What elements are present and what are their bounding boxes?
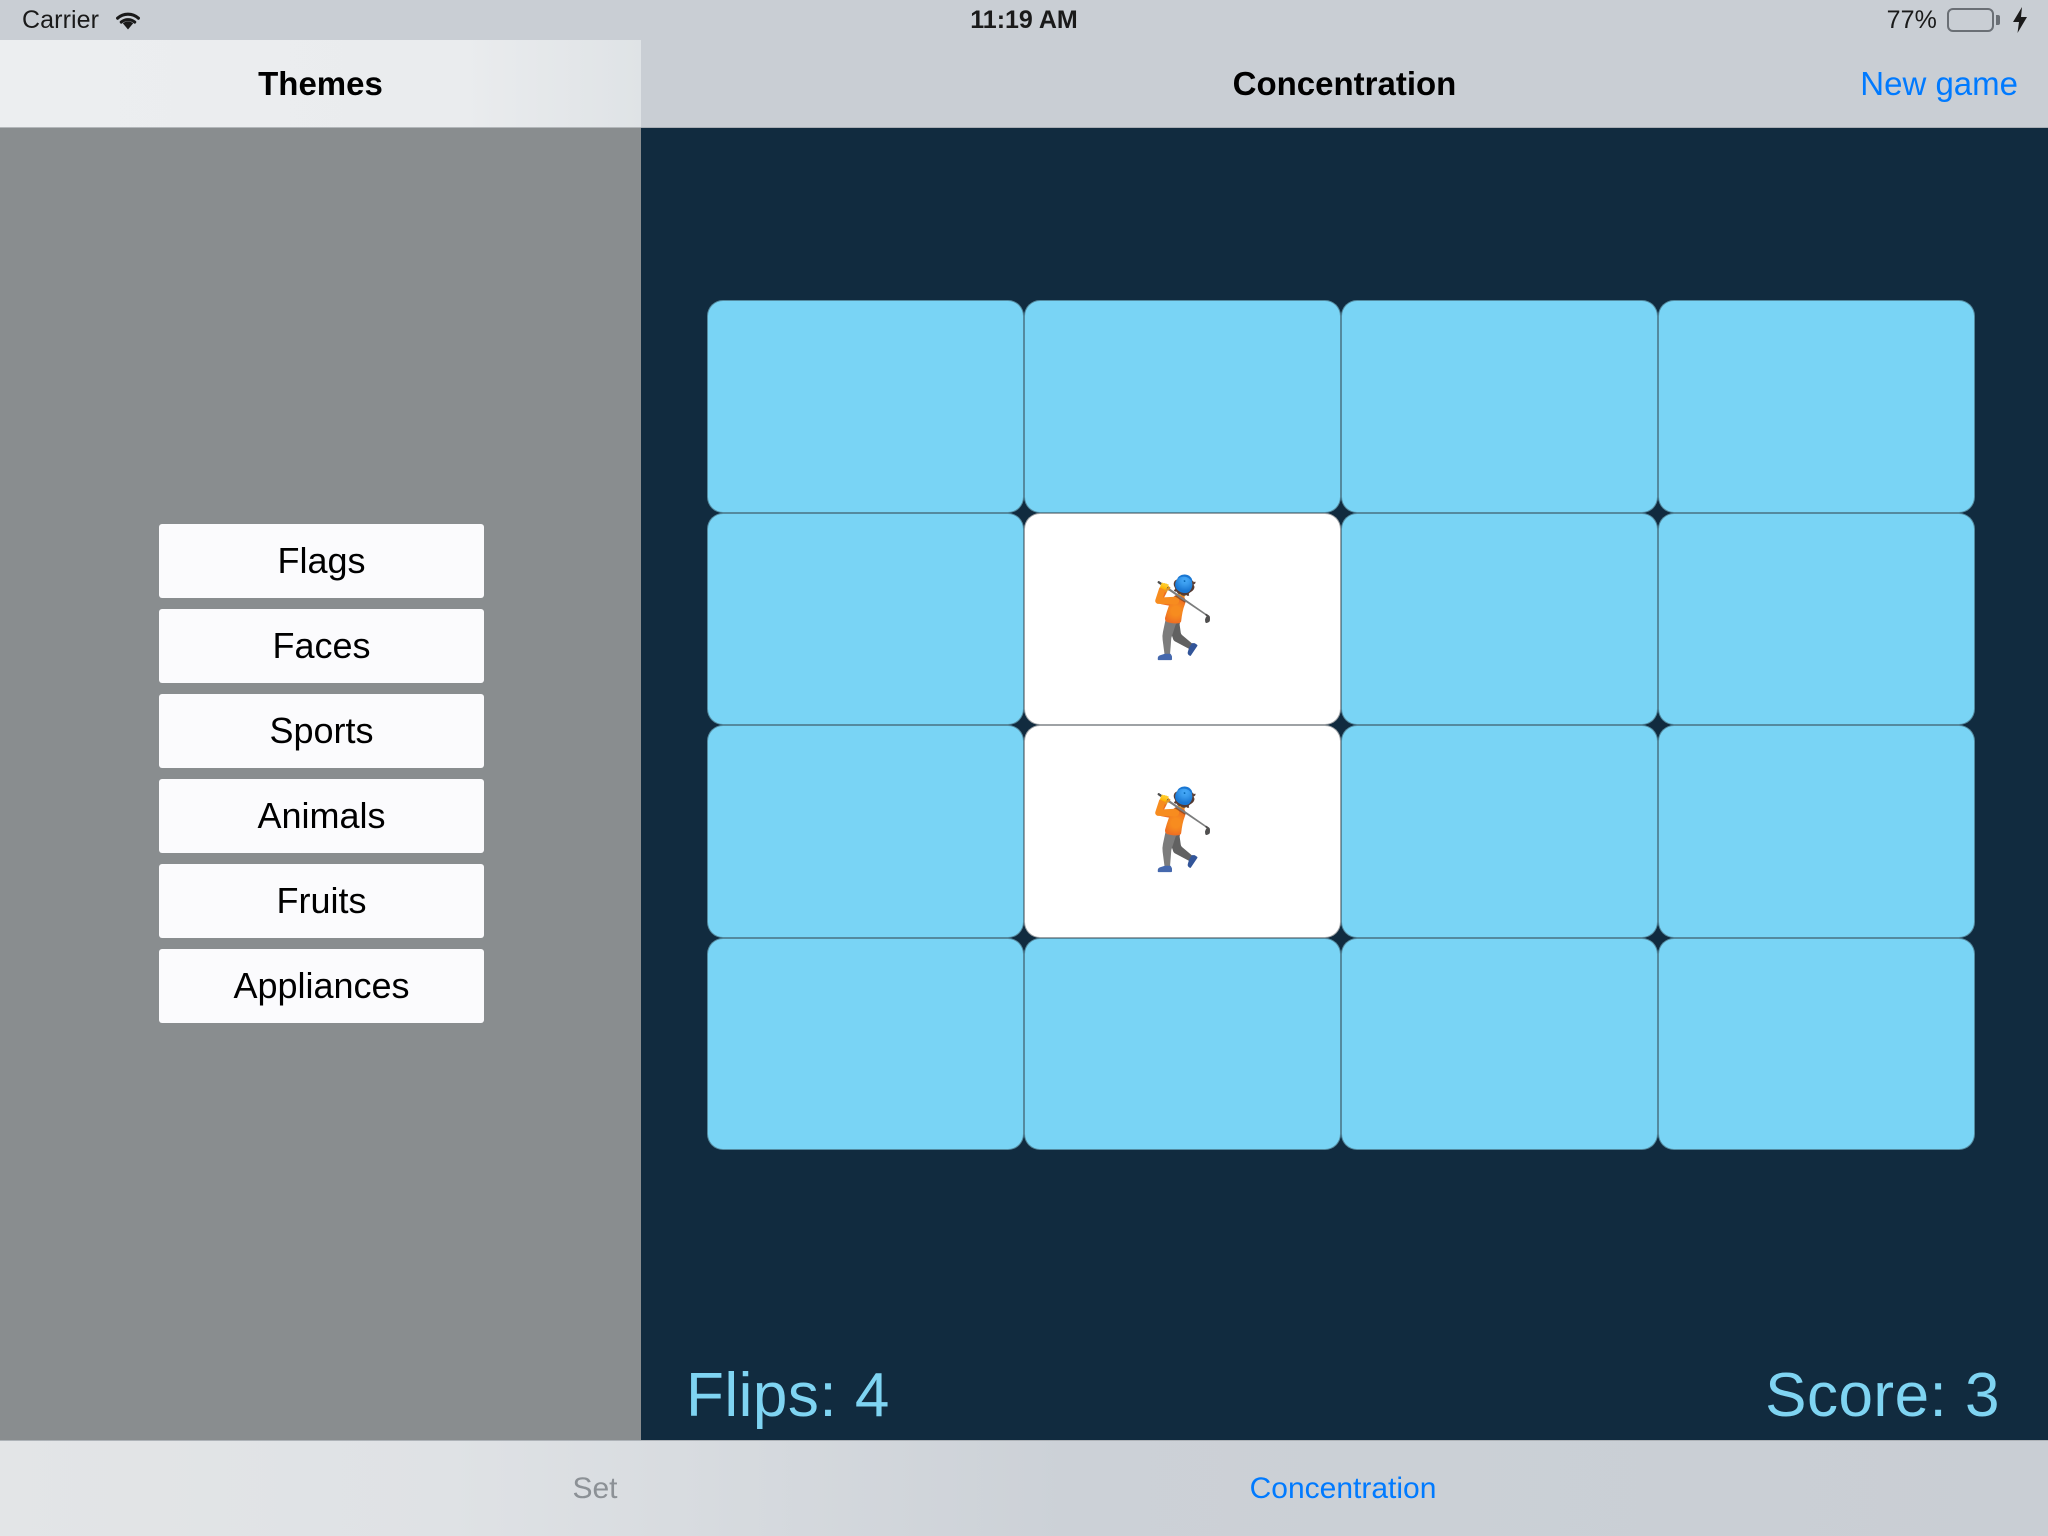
card-3[interactable] bbox=[1658, 300, 1975, 513]
game-title: Concentration bbox=[1232, 65, 1457, 102]
status-bar-center: 11:19 AM bbox=[0, 0, 2048, 40]
theme-button-animals[interactable]: Animals bbox=[159, 779, 484, 853]
theme-button-flags[interactable]: Flags bbox=[159, 524, 484, 598]
card-0[interactable] bbox=[707, 300, 1024, 513]
card-13[interactable] bbox=[1024, 937, 1341, 1150]
tab-bar: Set Concentration bbox=[0, 1440, 2048, 1536]
card-12[interactable] bbox=[707, 937, 1024, 1150]
flips-label: Flips: 4 bbox=[686, 1360, 890, 1430]
sidebar-title: Themes bbox=[258, 65, 383, 102]
card-14[interactable] bbox=[1341, 937, 1658, 1150]
card-grid: 🏌️ 🏌️ bbox=[707, 300, 1975, 1150]
detail-navigation-bar: Concentration New game bbox=[641, 40, 2048, 128]
card-emoji: 🏌️ bbox=[1133, 572, 1232, 661]
score-label: Score: 3 bbox=[1765, 1360, 2000, 1430]
tab-set[interactable]: Set bbox=[490, 1441, 700, 1536]
card-1[interactable] bbox=[1024, 300, 1341, 513]
card-7[interactable] bbox=[1658, 512, 1975, 725]
sidebar-navigation-bar: Themes bbox=[0, 40, 641, 128]
card-emoji: 🏌️ bbox=[1133, 785, 1232, 874]
theme-button-faces[interactable]: Faces bbox=[159, 609, 484, 683]
card-6[interactable] bbox=[1341, 512, 1658, 725]
card-9[interactable]: 🏌️ bbox=[1024, 725, 1341, 938]
theme-button-appliances[interactable]: Appliances bbox=[159, 949, 484, 1023]
theme-button-sports[interactable]: Sports bbox=[159, 694, 484, 768]
clock-label: 11:19 AM bbox=[970, 5, 1078, 34]
lightning-bolt-icon bbox=[2010, 7, 2028, 33]
status-bar: Carrier 11:19 AM 77% bbox=[0, 0, 2048, 40]
card-8[interactable] bbox=[707, 725, 1024, 938]
card-15[interactable] bbox=[1658, 937, 1975, 1150]
theme-button-fruits[interactable]: Fruits bbox=[159, 864, 484, 938]
themes-sidebar: Themes Flags Faces Sports Animals Fruits… bbox=[0, 40, 641, 1440]
ipad-split-view-app: Carrier 11:19 AM 77% Themes Flags Faces … bbox=[0, 0, 2048, 1536]
tab-concentration[interactable]: Concentration bbox=[1188, 1441, 1498, 1536]
card-2[interactable] bbox=[1341, 300, 1658, 513]
card-10[interactable] bbox=[1341, 725, 1658, 938]
battery-percent-label: 77% bbox=[1886, 5, 1937, 34]
concentration-game-panel: Concentration New game 🏌️ 🏌️ Flips: 4 Sco… bbox=[641, 40, 2048, 1440]
theme-button-list: Flags Faces Sports Animals Fruits Applia… bbox=[159, 524, 484, 1023]
card-4[interactable] bbox=[707, 512, 1024, 725]
card-5[interactable]: 🏌️ bbox=[1024, 512, 1341, 725]
scoreboard: Flips: 4 Score: 3 bbox=[641, 1340, 2048, 1440]
new-game-button[interactable]: New game bbox=[1860, 40, 2018, 128]
battery-icon bbox=[1947, 8, 2000, 32]
card-11[interactable] bbox=[1658, 725, 1975, 938]
status-bar-right: 77% bbox=[1887, 0, 2028, 40]
